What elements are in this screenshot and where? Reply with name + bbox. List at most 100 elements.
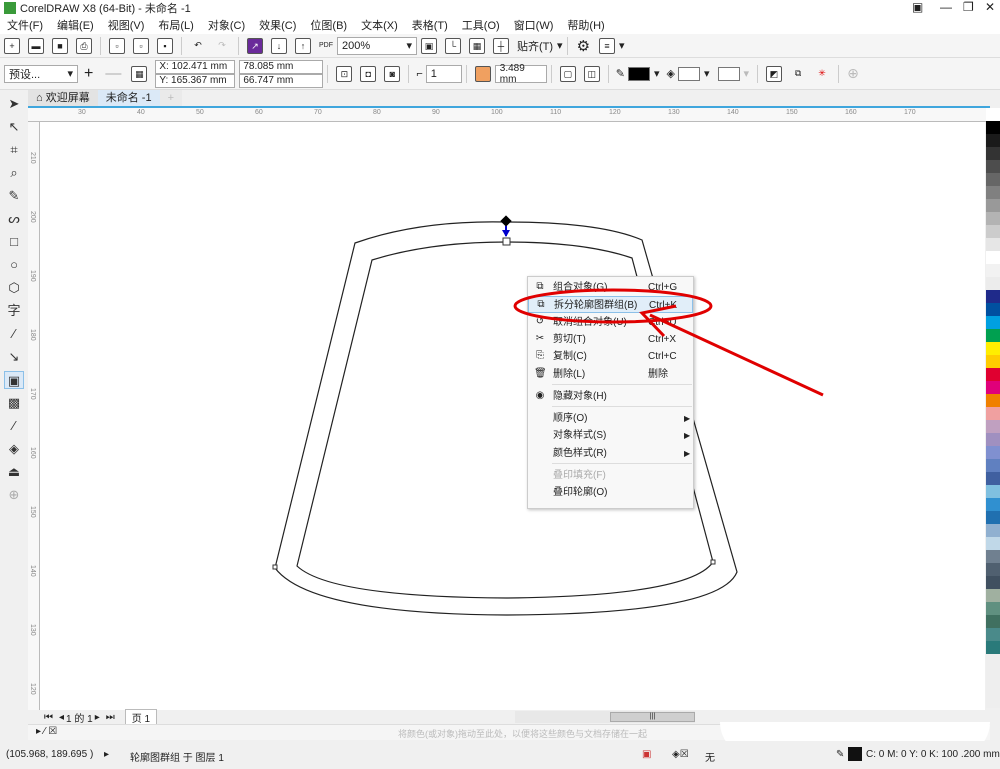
palette-swatch[interactable] [986,485,1000,498]
node-handle[interactable] [272,564,278,570]
object-acceleration-icon[interactable]: ◩ [766,65,783,82]
contour-tool-icon[interactable]: ▣ [4,371,24,389]
object-origin-icon[interactable]: ▦ [131,65,148,82]
context-menu-item[interactable]: 叠印填充(F) [528,467,693,484]
guidelines-icon[interactable]: ┼ [493,37,509,54]
page-tab-1[interactable]: 页 1 [124,708,158,726]
crop-tool-icon[interactable]: ⌗ [4,141,24,159]
menu-item-2[interactable]: 视图(V) [108,17,145,33]
smart-fill-icon[interactable]: ⏏ [4,463,24,481]
chevron-down-icon[interactable]: ▾ [619,39,625,52]
menu-item-10[interactable]: 窗口(W) [514,17,554,33]
menu-item-7[interactable]: 文本(X) [361,17,398,33]
palette-swatch[interactable] [986,251,1000,264]
menu-item-0[interactable]: 文件(F) [7,17,43,33]
connector-tool-icon[interactable]: ∕ [4,325,24,343]
polygon-tool-icon[interactable]: ⬡ [4,279,24,297]
palette-swatch[interactable] [986,420,1000,433]
palette-swatch[interactable] [986,563,1000,576]
palette-swatch[interactable] [986,329,1000,342]
remove-preset-icon[interactable]: — [105,65,121,83]
contour-steps-field[interactable]: 1 [425,64,462,83]
interactive-fill-icon[interactable]: ◈ [4,440,24,458]
palette-swatch[interactable] [986,199,1000,212]
menu-item-1[interactable]: 编辑(E) [57,17,94,33]
palette-swatch[interactable] [986,355,1000,368]
full-screen-icon[interactable]: ▣ [421,37,437,54]
rectangle-tool-icon[interactable]: □ [4,233,24,251]
chevron-down-icon[interactable]: ▾ [654,67,660,80]
palette-swatch[interactable] [986,186,1000,199]
contour-offset-field[interactable]: 3.489 mm [494,63,547,85]
palette-swatch[interactable] [986,641,1000,654]
rulers-icon[interactable]: └ [445,37,461,54]
paste-icon[interactable]: ▪ [157,37,173,54]
palette-swatch[interactable] [986,589,1000,602]
palette-swatch[interactable] [986,433,1000,446]
last-fill-swatch[interactable] [717,66,740,81]
inside-icon[interactable]: ◘ [360,65,377,82]
palette-swatch[interactable] [986,537,1000,550]
context-menu-item[interactable]: ◉ 隐藏对象(H) [528,388,693,405]
first-page-icon[interactable]: ⏮ [44,712,53,723]
to-center-icon[interactable]: ⊡ [336,65,353,82]
context-menu-item[interactable]: 对象样式(S) ▶ [528,427,693,444]
menu-item-11[interactable]: 帮助(H) [567,17,604,33]
palette-swatch[interactable] [986,238,1000,251]
width-field[interactable]: 78.085 mm [239,59,324,74]
cut-icon[interactable]: ▫ [109,37,125,54]
copy-icon[interactable]: ▫ [133,37,149,54]
palette-swatch[interactable] [986,498,1000,511]
chevron-down-icon[interactable]: ▾ [557,39,563,52]
palette-swatch[interactable] [986,394,1000,407]
menu-item-9[interactable]: 工具(O) [462,17,500,33]
height-field[interactable]: 66.747 mm [239,73,324,88]
scrollbar-thumb[interactable]: ||| [610,712,695,722]
node-handle[interactable] [710,559,716,565]
palette-swatch[interactable] [986,446,1000,459]
artistic-media-icon[interactable]: ᔕ [4,210,24,228]
palette-swatch[interactable] [986,121,1000,134]
last-page-icon[interactable]: ⏭ [106,712,115,723]
save-icon[interactable]: ■ [52,37,68,54]
context-menu-item[interactable]: ↺ 取消组合对象(U) Ctrl+U [528,314,693,331]
palette-swatch[interactable] [986,108,1000,121]
restore-button[interactable]: ❐ [963,0,974,14]
palette-swatch[interactable] [986,576,1000,589]
ellipse-tool-icon[interactable]: ○ [4,256,24,274]
options-gear-icon[interactable]: ⚙ [577,37,590,55]
contour-handle-start[interactable] [502,237,511,246]
palette-swatch[interactable] [986,264,1000,277]
transparency-tool-icon[interactable]: ▩ [4,394,24,412]
palette-swatch[interactable] [986,381,1000,394]
context-menu-item[interactable]: 🗑 删除(L) 删除 [528,366,693,383]
context-menu-item[interactable]: 颜色样式(R) ▶ [528,445,693,462]
prev-page-icon[interactable]: ◂ [59,712,64,723]
copy-contour-icon[interactable]: ⧉ [790,66,806,82]
minimize-button[interactable]: — [940,0,952,14]
color-proof-icon[interactable]: ▣ [642,749,651,760]
palette-swatch[interactable] [986,342,1000,355]
add-icon[interactable]: ⊕ [847,65,859,82]
preset-dropdown[interactable]: 预设... ▾ [4,64,78,83]
open-icon[interactable]: ▬ [28,37,44,54]
palette-swatch[interactable] [986,173,1000,186]
zoom-tool-icon[interactable]: ⌕ [4,164,24,182]
zoom-level-combo[interactable]: 200% ▾ [337,36,417,55]
palette-swatch[interactable] [986,602,1000,615]
clear-contour-icon[interactable]: ✳ [814,66,830,82]
palette-swatch[interactable] [986,290,1000,303]
palette-swatch[interactable] [986,225,1000,238]
tab-welcome-screen[interactable]: ⌂ 欢迎屏幕 [28,90,98,106]
menu-item-3[interactable]: 布局(L) [158,17,193,33]
menu-item-4[interactable]: 对象(C) [208,17,245,33]
add-preset-icon[interactable]: + [84,65,93,83]
palette-swatch[interactable] [986,147,1000,160]
menu-item-6[interactable]: 位图(B) [310,17,347,33]
context-menu-item[interactable]: ⧉ 组合对象(G) Ctrl+G [528,279,693,296]
palette-swatch[interactable] [986,524,1000,537]
freehand-tool-icon[interactable]: ✎ [4,187,24,205]
publish-pdf-icon[interactable]: PDF [319,42,333,49]
pick-tool-icon[interactable]: ➤ [4,95,24,113]
palette-swatch[interactable] [986,368,1000,381]
